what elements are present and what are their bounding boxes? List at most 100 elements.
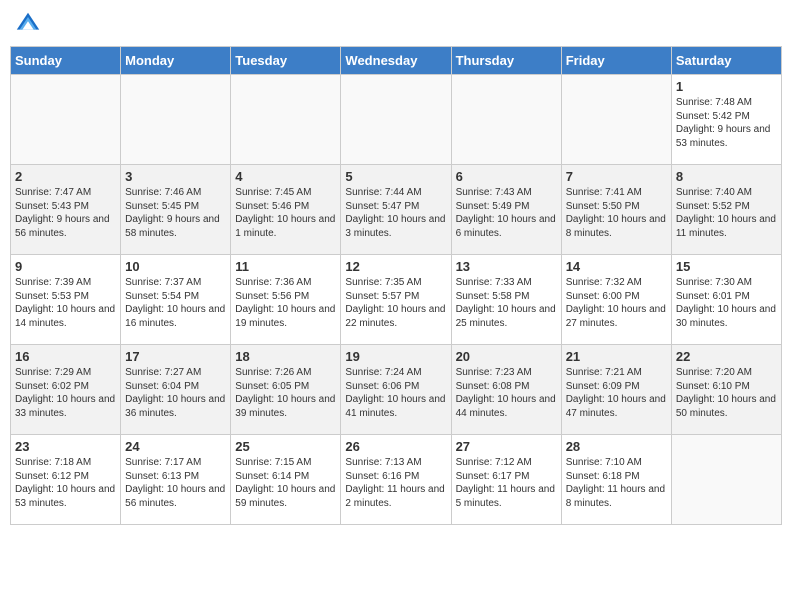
calendar-day-cell: 14 Sunrise: 7:32 AM Sunset: 6:00 PM Dayli…: [561, 255, 671, 345]
day-info: Sunrise: 7:33 AM Sunset: 5:58 PM Dayligh…: [456, 276, 557, 330]
day-info: Sunrise: 7:48 AM Sunset: 5:42 PM Dayligh…: [676, 96, 777, 150]
calendar-day-cell: [561, 75, 671, 165]
day-info: Sunrise: 7:13 AM Sunset: 6:16 PM Dayligh…: [345, 456, 446, 510]
day-number: 6: [456, 169, 557, 184]
day-number: 18: [235, 349, 336, 364]
day-info: Sunrise: 7:27 AM Sunset: 6:04 PM Dayligh…: [125, 366, 226, 420]
day-number: 19: [345, 349, 446, 364]
day-number: 12: [345, 259, 446, 274]
calendar-day-cell: 5 Sunrise: 7:44 AM Sunset: 5:47 PM Daylig…: [341, 165, 451, 255]
calendar-day-cell: 3Sunrise: 7:46 AM Sunset: 5:45 PM Daylig…: [121, 165, 231, 255]
day-of-week-header: Friday: [561, 47, 671, 75]
calendar-day-cell: 9Sunrise: 7:39 AM Sunset: 5:53 PM Daylig…: [11, 255, 121, 345]
calendar-week-row: 1 Sunrise: 7:48 AM Sunset: 5:42 PM Daylig…: [11, 75, 782, 165]
day-info: Sunrise: 7:36 AM Sunset: 5:56 PM Dayligh…: [235, 276, 336, 330]
calendar-day-cell: 13 Sunrise: 7:33 AM Sunset: 5:58 PM Dayli…: [451, 255, 561, 345]
calendar-day-cell: 22 Sunrise: 7:20 AM Sunset: 6:10 PM Dayli…: [671, 345, 781, 435]
day-info: Sunrise: 7:26 AM Sunset: 6:05 PM Dayligh…: [235, 366, 336, 420]
page-header: [10, 10, 782, 38]
calendar-day-cell: 23 Sunrise: 7:18 AM Sunset: 6:12 PM Dayli…: [11, 435, 121, 525]
calendar-day-cell: 25 Sunrise: 7:15 AM Sunset: 6:14 PM Dayli…: [231, 435, 341, 525]
day-info: Sunrise: 7:37 AM Sunset: 5:54 PM Dayligh…: [125, 276, 226, 330]
day-number: 4: [235, 169, 336, 184]
day-info: Sunrise: 7:41 AM Sunset: 5:50 PM Dayligh…: [566, 186, 667, 240]
day-info: Sunrise: 7:15 AM Sunset: 6:14 PM Dayligh…: [235, 456, 336, 510]
logo: [14, 10, 46, 38]
calendar-day-cell: 19Sunrise: 7:24 AM Sunset: 6:06 PM Dayli…: [341, 345, 451, 435]
day-info: Sunrise: 7:23 AM Sunset: 6:08 PM Dayligh…: [456, 366, 557, 420]
calendar-day-cell: 8 Sunrise: 7:40 AM Sunset: 5:52 PM Daylig…: [671, 165, 781, 255]
day-info: Sunrise: 7:20 AM Sunset: 6:10 PM Dayligh…: [676, 366, 777, 420]
day-info: Sunrise: 7:10 AM Sunset: 6:18 PM Dayligh…: [566, 456, 667, 510]
day-info: Sunrise: 7:40 AM Sunset: 5:52 PM Dayligh…: [676, 186, 777, 240]
calendar-week-row: 16 Sunrise: 7:29 AM Sunset: 6:02 PM Dayli…: [11, 345, 782, 435]
day-number: 23: [15, 439, 116, 454]
calendar-day-cell: [231, 75, 341, 165]
calendar-day-cell: 7 Sunrise: 7:41 AM Sunset: 5:50 PM Daylig…: [561, 165, 671, 255]
day-info: Sunrise: 7:44 AM Sunset: 5:47 PM Dayligh…: [345, 186, 446, 240]
day-number: 15: [676, 259, 777, 274]
day-info: Sunrise: 7:45 AM Sunset: 5:46 PM Dayligh…: [235, 186, 336, 240]
calendar-day-cell: 26 Sunrise: 7:13 AM Sunset: 6:16 PM Dayli…: [341, 435, 451, 525]
calendar-week-row: 9Sunrise: 7:39 AM Sunset: 5:53 PM Daylig…: [11, 255, 782, 345]
day-info: Sunrise: 7:18 AM Sunset: 6:12 PM Dayligh…: [15, 456, 116, 510]
calendar-header-row: SundayMondayTuesdayWednesdayThursdayFrid…: [11, 47, 782, 75]
day-info: Sunrise: 7:47 AM Sunset: 5:43 PM Dayligh…: [15, 186, 116, 240]
day-info: Sunrise: 7:32 AM Sunset: 6:00 PM Dayligh…: [566, 276, 667, 330]
logo-icon: [14, 10, 42, 38]
day-number: 9: [15, 259, 116, 274]
calendar-day-cell: 27 Sunrise: 7:12 AM Sunset: 6:17 PM Dayli…: [451, 435, 561, 525]
day-number: 8: [676, 169, 777, 184]
day-number: 16: [15, 349, 116, 364]
calendar-day-cell: [671, 435, 781, 525]
calendar-day-cell: [341, 75, 451, 165]
day-number: 22: [676, 349, 777, 364]
calendar-day-cell: 21Sunrise: 7:21 AM Sunset: 6:09 PM Dayli…: [561, 345, 671, 435]
day-number: 5: [345, 169, 446, 184]
day-number: 21: [566, 349, 667, 364]
calendar-table: SundayMondayTuesdayWednesdayThursdayFrid…: [10, 46, 782, 525]
day-number: 17: [125, 349, 226, 364]
calendar-day-cell: 16 Sunrise: 7:29 AM Sunset: 6:02 PM Dayli…: [11, 345, 121, 435]
calendar-day-cell: 6 Sunrise: 7:43 AM Sunset: 5:49 PM Daylig…: [451, 165, 561, 255]
day-number: 27: [456, 439, 557, 454]
day-number: 24: [125, 439, 226, 454]
day-number: 14: [566, 259, 667, 274]
day-of-week-header: Thursday: [451, 47, 561, 75]
calendar-week-row: 23 Sunrise: 7:18 AM Sunset: 6:12 PM Dayli…: [11, 435, 782, 525]
day-number: 7: [566, 169, 667, 184]
calendar-day-cell: 15 Sunrise: 7:30 AM Sunset: 6:01 PM Dayli…: [671, 255, 781, 345]
day-info: Sunrise: 7:30 AM Sunset: 6:01 PM Dayligh…: [676, 276, 777, 330]
day-number: 10: [125, 259, 226, 274]
calendar-day-cell: [121, 75, 231, 165]
day-info: Sunrise: 7:35 AM Sunset: 5:57 PM Dayligh…: [345, 276, 446, 330]
day-number: 13: [456, 259, 557, 274]
calendar-day-cell: 2Sunrise: 7:47 AM Sunset: 5:43 PM Daylig…: [11, 165, 121, 255]
day-of-week-header: Sunday: [11, 47, 121, 75]
calendar-day-cell: 24 Sunrise: 7:17 AM Sunset: 6:13 PM Dayli…: [121, 435, 231, 525]
day-number: 28: [566, 439, 667, 454]
day-info: Sunrise: 7:46 AM Sunset: 5:45 PM Dayligh…: [125, 186, 226, 240]
day-info: Sunrise: 7:43 AM Sunset: 5:49 PM Dayligh…: [456, 186, 557, 240]
day-number: 25: [235, 439, 336, 454]
calendar-day-cell: 20 Sunrise: 7:23 AM Sunset: 6:08 PM Dayli…: [451, 345, 561, 435]
calendar-day-cell: 12 Sunrise: 7:35 AM Sunset: 5:57 PM Dayli…: [341, 255, 451, 345]
calendar-week-row: 2Sunrise: 7:47 AM Sunset: 5:43 PM Daylig…: [11, 165, 782, 255]
calendar-day-cell: 4 Sunrise: 7:45 AM Sunset: 5:46 PM Daylig…: [231, 165, 341, 255]
calendar-day-cell: 1 Sunrise: 7:48 AM Sunset: 5:42 PM Daylig…: [671, 75, 781, 165]
day-info: Sunrise: 7:12 AM Sunset: 6:17 PM Dayligh…: [456, 456, 557, 510]
day-of-week-header: Tuesday: [231, 47, 341, 75]
day-of-week-header: Monday: [121, 47, 231, 75]
calendar-day-cell: [451, 75, 561, 165]
calendar-day-cell: 10 Sunrise: 7:37 AM Sunset: 5:54 PM Dayli…: [121, 255, 231, 345]
calendar-day-cell: 11Sunrise: 7:36 AM Sunset: 5:56 PM Dayli…: [231, 255, 341, 345]
day-info: Sunrise: 7:29 AM Sunset: 6:02 PM Dayligh…: [15, 366, 116, 420]
day-number: 1: [676, 79, 777, 94]
calendar-day-cell: [11, 75, 121, 165]
day-of-week-header: Wednesday: [341, 47, 451, 75]
day-number: 26: [345, 439, 446, 454]
calendar-day-cell: 17 Sunrise: 7:27 AM Sunset: 6:04 PM Dayli…: [121, 345, 231, 435]
calendar-day-cell: 18 Sunrise: 7:26 AM Sunset: 6:05 PM Dayli…: [231, 345, 341, 435]
day-info: Sunrise: 7:17 AM Sunset: 6:13 PM Dayligh…: [125, 456, 226, 510]
day-number: 20: [456, 349, 557, 364]
